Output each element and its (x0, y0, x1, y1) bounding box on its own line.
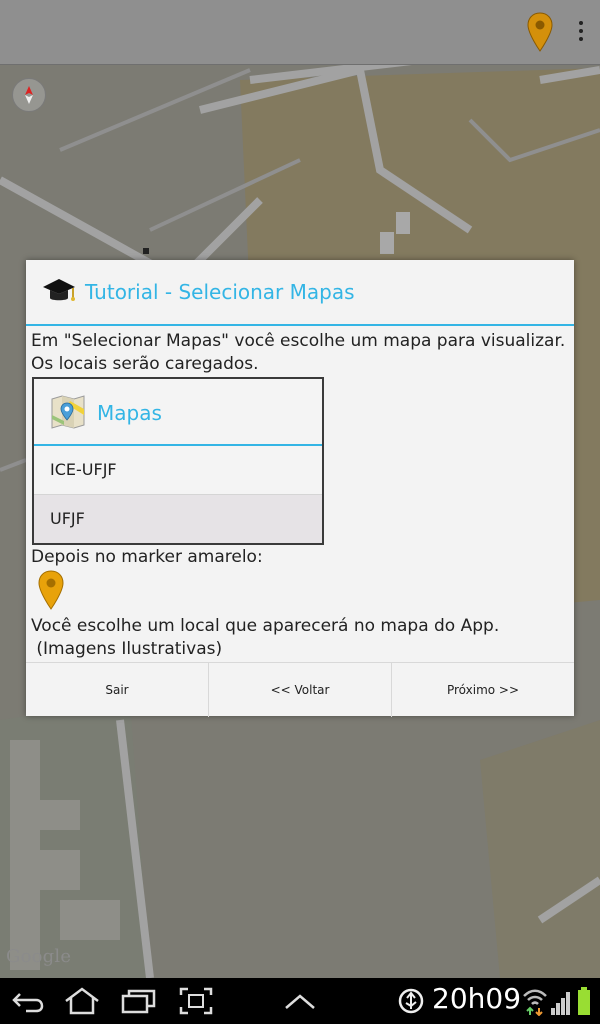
sample-dialog-title: Mapas (97, 401, 162, 425)
sample-dialog-header: Mapas (34, 379, 322, 446)
up-chevron-icon[interactable] (282, 986, 318, 1016)
dialog-title: Tutorial - Selecionar Mapas (85, 280, 355, 304)
dialog-button-bar: Sair << Voltar Próximo >> (26, 662, 574, 717)
sample-list-item-label: UFJF (50, 509, 85, 528)
next-button[interactable]: Próximo >> (392, 663, 574, 717)
status-clock: 20h09 (432, 982, 522, 1015)
sample-maps-dialog-image: Mapas ICE-UFJF UFJF (32, 377, 324, 545)
sample-list-item: ICE-UFJF (34, 446, 322, 495)
overflow-menu-icon[interactable] (574, 18, 588, 46)
dialog-marker-hint: Depois no marker amarelo: (31, 547, 263, 567)
battery-icon (578, 987, 590, 1015)
compass-icon[interactable] (12, 78, 46, 112)
signal-icon (551, 992, 570, 1015)
screenshot-icon[interactable] (178, 986, 214, 1016)
tutorial-dialog: Tutorial - Selecionar Mapas Em "Selecion… (26, 260, 574, 717)
back-icon[interactable] (10, 986, 46, 1016)
google-attribution: Google (6, 946, 72, 967)
dialog-description: Em "Selecionar Mapas" você escolhe um ma… (31, 331, 566, 374)
dialog-location-hint: Você escolhe um local que aparecerá no m… (31, 616, 500, 659)
app-screen: Google Tutorial - Selecionar Mapas Em "S… (0, 0, 600, 978)
marker-icon (38, 570, 64, 610)
exit-button[interactable]: Sair (26, 663, 209, 717)
marker-icon[interactable] (526, 12, 554, 52)
action-bar (0, 0, 600, 65)
back-button[interactable]: << Voltar (209, 663, 392, 717)
home-icon[interactable] (62, 986, 102, 1016)
graduation-cap-icon (43, 279, 75, 301)
dialog-header: Tutorial - Selecionar Mapas (26, 260, 574, 326)
wifi-icon (523, 989, 547, 1016)
sample-list-item-label: ICE-UFJF (50, 460, 117, 479)
maps-icon (51, 395, 85, 429)
sample-list-item: UFJF (34, 495, 322, 543)
recent-apps-icon[interactable] (120, 986, 158, 1016)
usb-debug-icon (398, 988, 424, 1014)
